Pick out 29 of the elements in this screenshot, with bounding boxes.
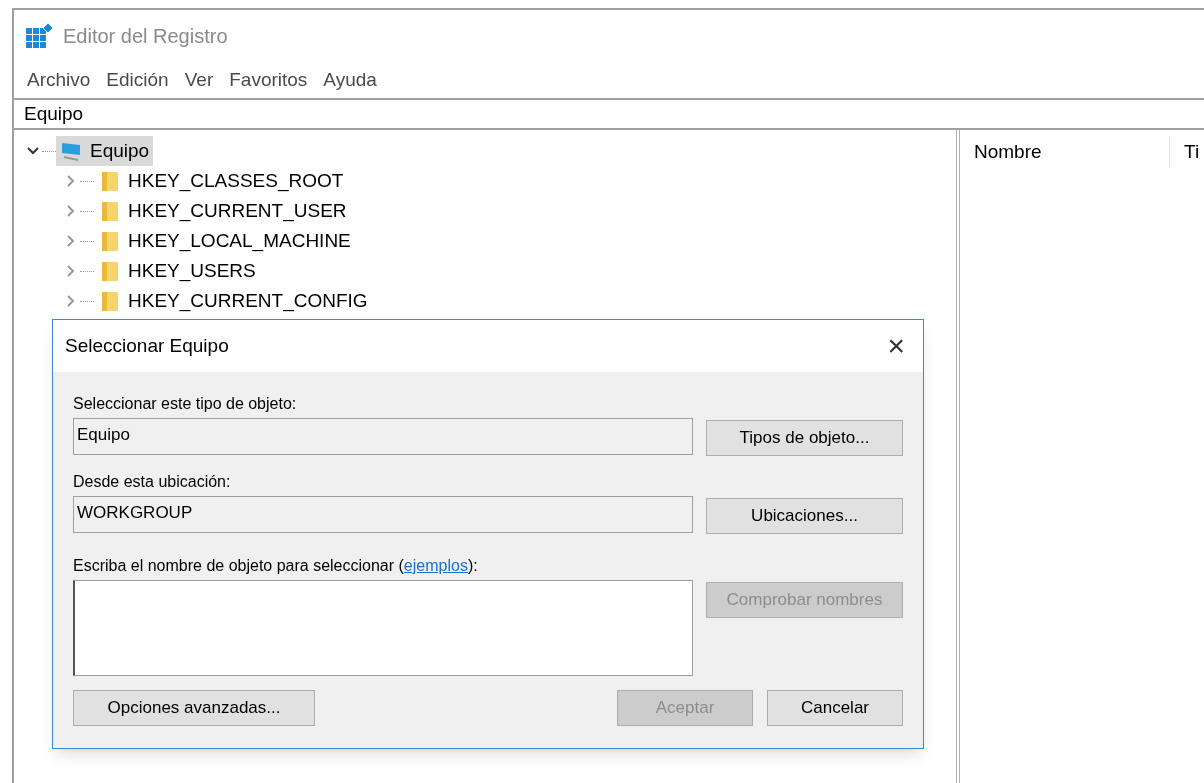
field-label: Escriba el nombre de objeto para seleccionar (ejemplos): (73, 556, 479, 576)
tree-item[interactable]: Equipo (56, 136, 154, 166)
menu-item[interactable]: Edición (103, 65, 172, 95)
address-bar[interactable]: Equipo (14, 99, 1204, 129)
tree-item[interactable]: HKEY_LOCAL_MACHINE (94, 226, 355, 256)
field-label: Desde esta ubicación: (73, 472, 232, 492)
menu-item[interactable]: Favoritos (226, 65, 311, 95)
tree-item[interactable]: HKEY_CLASSES_ROOT (94, 166, 348, 196)
link[interactable]: ejemplos (403, 557, 468, 574)
window-title: Editor del Registro (63, 24, 228, 49)
tree-item[interactable]: HKEY_CURRENT_CONFIG (94, 286, 372, 316)
registry-icon (26, 23, 54, 49)
button[interactable]: Tipos de objeto... (706, 420, 903, 456)
button[interactable]: Ubicaciones... (706, 498, 903, 534)
tree-item[interactable]: HKEY_USERS (94, 256, 260, 286)
field-label: Seleccionar este tipo de objeto: (73, 394, 298, 414)
text-field[interactable]: WORKGROUP (73, 496, 693, 533)
dialog-title: Seleccionar Equipo (65, 333, 229, 358)
tree-item[interactable]: HKEY_CURRENT_USER (94, 196, 351, 226)
close-button[interactable]: × (887, 331, 905, 361)
column-header[interactable]: Ti (1170, 136, 1200, 168)
menu-item[interactable]: Ver (181, 65, 217, 95)
name-input-field[interactable] (73, 580, 693, 676)
column-header[interactable]: Nombre (960, 136, 1170, 168)
menu-item[interactable]: Archivo (24, 65, 94, 95)
button[interactable]: Cancelar (767, 690, 903, 726)
text-field[interactable]: Equipo (73, 418, 693, 455)
menu-item[interactable]: Ayuda (320, 65, 380, 95)
button[interactable]: Opciones avanzadas... (73, 690, 315, 726)
